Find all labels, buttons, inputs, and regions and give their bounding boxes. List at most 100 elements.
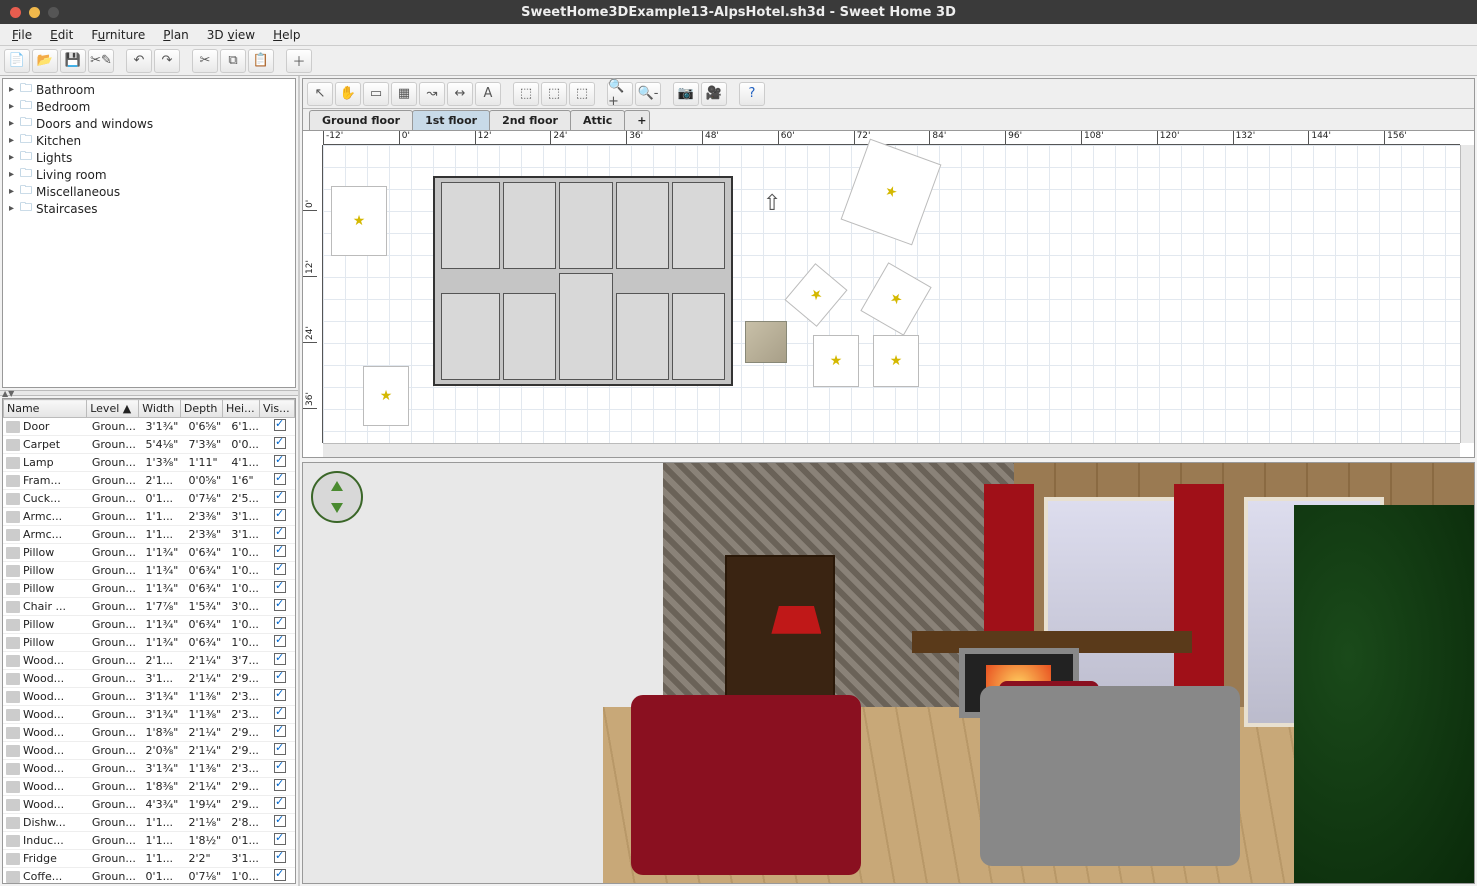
- furniture-list: Name Level ▲ Width Depth Hei... Vis... D…: [2, 398, 296, 884]
- table-row[interactable]: Chair ...Groun...1'7⅞"1'5¾"3'0...: [3, 598, 295, 616]
- table-row[interactable]: Wood...Groun...3'1¾"1'1⅜"2'3...: [3, 706, 295, 724]
- table-row[interactable]: Fram...Groun...2'1...0'0⅝"1'6": [3, 472, 295, 490]
- tree-object[interactable]: ★: [363, 366, 409, 426]
- zoom-in-button[interactable]: 🔍+: [607, 82, 633, 106]
- level-tabs: Ground floor1st floor2nd floorAttic+: [303, 109, 1474, 131]
- polyline-tool[interactable]: ↝: [419, 82, 445, 106]
- col-depth[interactable]: Depth: [180, 400, 222, 418]
- furniture-catalog[interactable]: ▸🗀Bathroom▸🗀Bedroom▸🗀Doors and windows▸🗀…: [2, 78, 296, 388]
- level-tab[interactable]: Attic: [570, 110, 625, 130]
- room-tool[interactable]: ▦: [391, 82, 417, 106]
- menu-edit[interactable]: Edit: [42, 26, 81, 44]
- menu-file[interactable]: File: [4, 26, 40, 44]
- tool-9[interactable]: ⬚: [541, 82, 567, 106]
- catalog-item[interactable]: ▸🗀Miscellaneous: [5, 183, 293, 200]
- table-row[interactable]: Wood...Groun...1'8⅜"2'1¼"2'9...: [3, 724, 295, 742]
- plan-vscroll[interactable]: [1460, 145, 1474, 443]
- tool-8[interactable]: ⬚: [513, 82, 539, 106]
- save-button[interactable]: 💾: [60, 49, 86, 73]
- compass-icon: ⇧: [763, 191, 781, 216]
- col-height[interactable]: Hei...: [223, 400, 260, 418]
- catalog-item[interactable]: ▸🗀Staircases: [5, 200, 293, 217]
- help-button[interactable]: ?: [739, 82, 765, 106]
- tree-object[interactable]: ★: [813, 335, 859, 387]
- level-tab[interactable]: 2nd floor: [489, 110, 571, 130]
- table-row[interactable]: Wood...Groun...2'1...2'1¼"3'7...: [3, 652, 295, 670]
- catalog-item[interactable]: ▸🗀Bathroom: [5, 81, 293, 98]
- table-row[interactable]: LampGroun...1'3⅜"1'11"4'1...: [3, 454, 295, 472]
- table-row[interactable]: PillowGroun...1'1¾"0'6¾"1'0...: [3, 634, 295, 652]
- tree-object[interactable]: ★: [331, 186, 387, 256]
- table-row[interactable]: Wood...Groun...3'1¾"1'1⅜"2'3...: [3, 760, 295, 778]
- cube-object[interactable]: [745, 321, 787, 363]
- tool-10[interactable]: ⬚: [569, 82, 595, 106]
- table-row[interactable]: Wood...Groun...4'3¾"1'9¼"2'9...: [3, 796, 295, 814]
- col-level[interactable]: Level ▲: [87, 400, 139, 418]
- table-row[interactable]: Wood...Groun...1'8⅜"2'1¼"2'9...: [3, 778, 295, 796]
- catalog-item[interactable]: ▸🗀Bedroom: [5, 98, 293, 115]
- copy-button[interactable]: ⧉: [220, 49, 246, 73]
- catalog-item[interactable]: ▸🗀Kitchen: [5, 132, 293, 149]
- table-row[interactable]: PillowGroun...1'1¾"0'6¾"1'0...: [3, 580, 295, 598]
- right-column: ↖ ✋ ▭ ▦ ↝ ↔ A ⬚ ⬚ ⬚ 🔍+ 🔍- 📷 🎥: [300, 76, 1477, 886]
- plan-hscroll[interactable]: [323, 443, 1460, 457]
- tree-object[interactable]: ★: [873, 335, 919, 387]
- text-tool[interactable]: A: [475, 82, 501, 106]
- menubar: File Edit Furniture Plan 3D view Help: [0, 24, 1477, 46]
- dimension-tool[interactable]: ↔: [447, 82, 473, 106]
- plan-panel: ↖ ✋ ▭ ▦ ↝ ↔ A ⬚ ⬚ ⬚ 🔍+ 🔍- 📷 🎥: [302, 78, 1475, 458]
- table-row[interactable]: Dishw...Groun...1'1...2'1⅛"2'8...: [3, 814, 295, 832]
- plan-toolbar: ↖ ✋ ▭ ▦ ↝ ↔ A ⬚ ⬚ ⬚ 🔍+ 🔍- 📷 🎥: [303, 79, 1474, 109]
- menu-help[interactable]: Help: [265, 26, 308, 44]
- table-row[interactable]: CarpetGroun...5'4⅛"7'3⅜"0'0...: [3, 436, 295, 454]
- paste-button[interactable]: 📋: [248, 49, 274, 73]
- col-name[interactable]: Name: [4, 400, 87, 418]
- table-row[interactable]: Wood...Groun...3'1...2'1¼"2'9...: [3, 670, 295, 688]
- pan-tool[interactable]: ✋: [335, 82, 361, 106]
- menu-plan[interactable]: Plan: [155, 26, 197, 44]
- col-width[interactable]: Width: [139, 400, 181, 418]
- catalog-item[interactable]: ▸🗀Living room: [5, 166, 293, 183]
- wall-tool[interactable]: ▭: [363, 82, 389, 106]
- new-button[interactable]: 📄: [4, 49, 30, 73]
- table-row[interactable]: FridgeGroun...1'1...2'2"3'1...: [3, 850, 295, 868]
- add-furniture-button[interactable]: ＋: [286, 49, 312, 73]
- table-row[interactable]: Cuck...Groun...0'1...0'7⅛"2'5...: [3, 490, 295, 508]
- catalog-item[interactable]: ▸🗀Lights: [5, 149, 293, 166]
- table-row[interactable]: Coffe...Groun...0'1...0'7⅛"1'0...: [3, 868, 295, 884]
- plan-canvas[interactable]: -12'0'12'24'36'48'60'72'84'96'108'120'13…: [303, 131, 1474, 457]
- table-row[interactable]: Wood...Groun...2'0⅜"2'1¼"2'9...: [3, 742, 295, 760]
- open-button[interactable]: 📂: [32, 49, 58, 73]
- left-splitter[interactable]: ▲▼: [0, 390, 298, 396]
- table-row[interactable]: Induc...Groun...1'1...1'8½"0'1...: [3, 832, 295, 850]
- table-row[interactable]: PillowGroun...1'1¾"0'6¾"1'0...: [3, 562, 295, 580]
- level-tab[interactable]: 1st floor: [412, 110, 490, 130]
- left-column: ▸🗀Bathroom▸🗀Bedroom▸🗀Doors and windows▸🗀…: [0, 76, 300, 886]
- zoom-out-button[interactable]: 🔍-: [635, 82, 661, 106]
- table-row[interactable]: Armc...Groun...1'1...2'3⅜"3'1...: [3, 526, 295, 544]
- table-row[interactable]: Armc...Groun...1'1...2'3⅜"3'1...: [3, 508, 295, 526]
- floorplan[interactable]: [433, 176, 733, 386]
- 3d-scene: [303, 463, 1474, 883]
- prefs-button[interactable]: ✂✎: [88, 49, 114, 73]
- add-level-tab[interactable]: +: [624, 110, 650, 130]
- titlebar: SweetHome3DExample13-AlpsHotel.sh3d - Sw…: [0, 0, 1477, 24]
- table-row[interactable]: PillowGroun...1'1¾"0'6¾"1'0...: [3, 616, 295, 634]
- menu-furniture[interactable]: Furniture: [83, 26, 153, 44]
- table-row[interactable]: DoorGroun...3'1¾"0'6⅝"6'1...: [3, 418, 295, 436]
- level-tab[interactable]: Ground floor: [309, 110, 413, 130]
- cut-button[interactable]: ✂: [192, 49, 218, 73]
- catalog-item[interactable]: ▸🗀Doors and windows: [5, 115, 293, 132]
- snapshot-button[interactable]: 📷: [673, 82, 699, 106]
- table-row[interactable]: PillowGroun...1'1¾"0'6¾"1'0...: [3, 544, 295, 562]
- 3d-viewport[interactable]: [302, 462, 1475, 884]
- select-tool[interactable]: ↖: [307, 82, 333, 106]
- redo-button[interactable]: ↷: [154, 49, 180, 73]
- col-visible[interactable]: Vis...: [260, 400, 295, 418]
- table-row[interactable]: Wood...Groun...3'1¾"1'1⅜"2'3...: [3, 688, 295, 706]
- 3d-nav-widget[interactable]: [311, 471, 363, 523]
- video-button[interactable]: 🎥: [701, 82, 727, 106]
- undo-button[interactable]: ↶: [126, 49, 152, 73]
- vertical-ruler: 0'12'24'36': [303, 145, 323, 443]
- menu-3dview[interactable]: 3D view: [199, 26, 263, 44]
